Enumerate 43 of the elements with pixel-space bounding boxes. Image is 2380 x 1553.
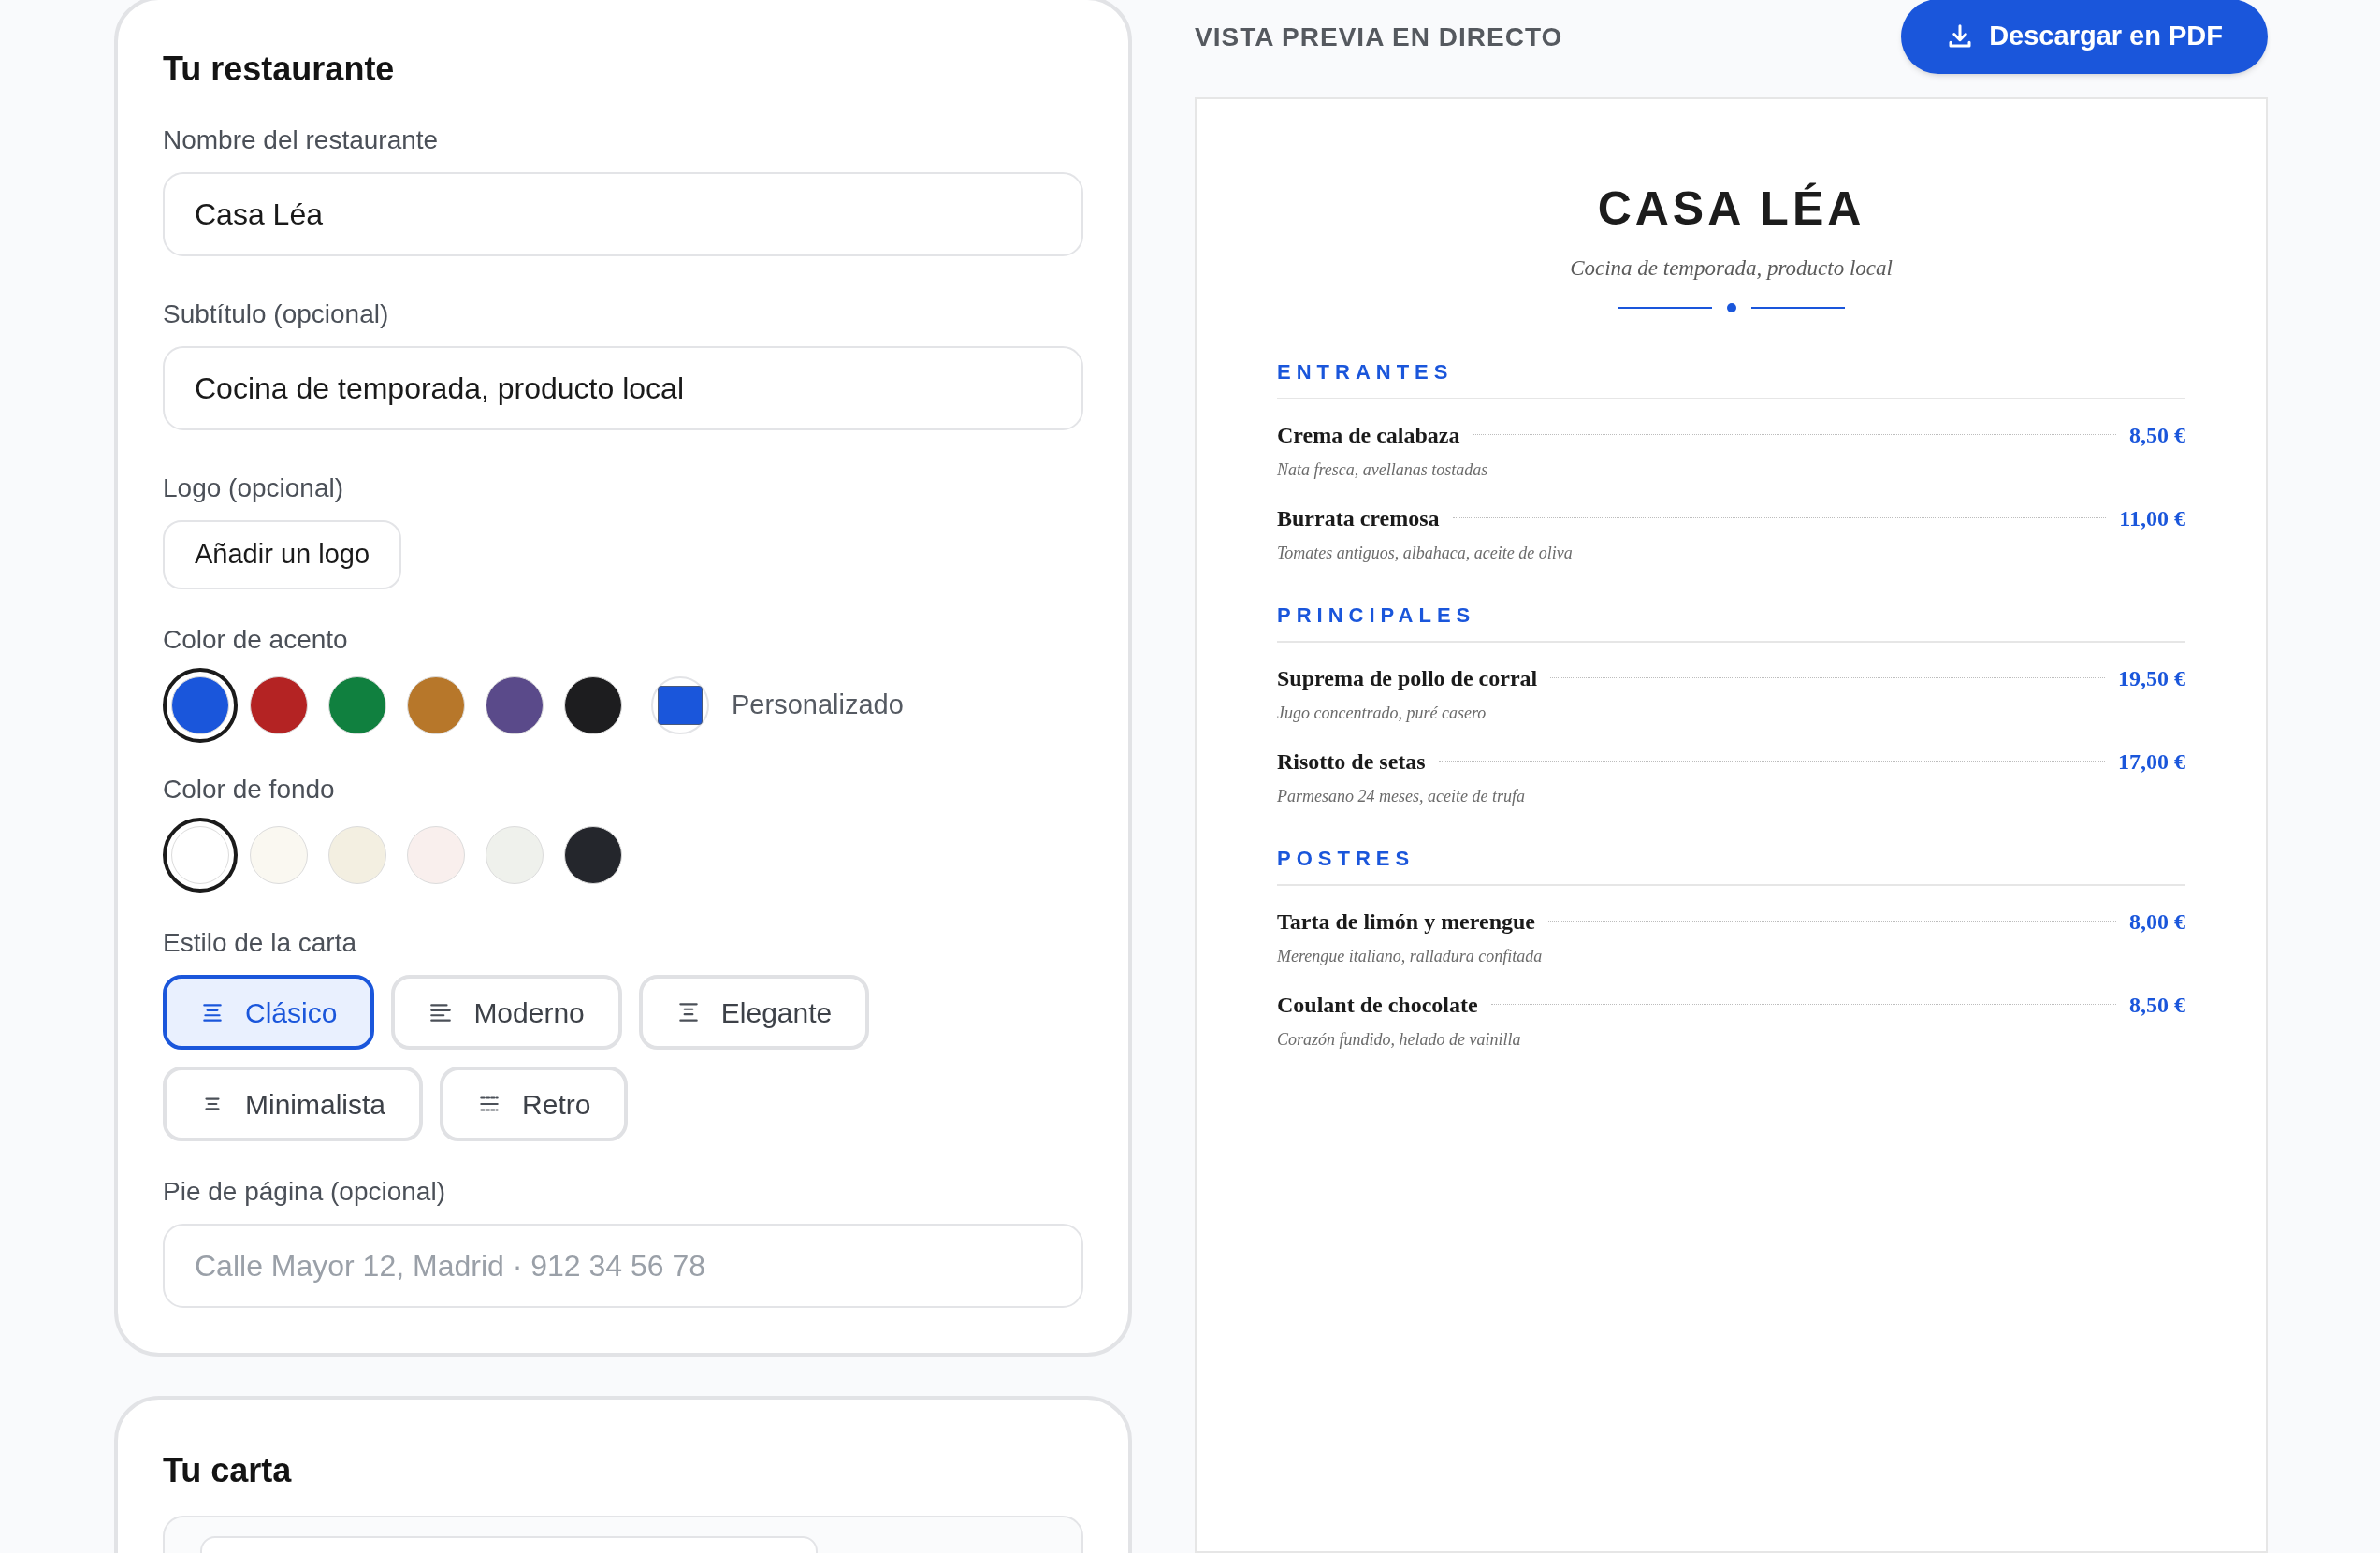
text-field[interactable]: Calle Mayor 12, Madrid · 912 34 56 78 <box>163 1224 1083 1308</box>
dish-description: Parmesano 24 meses, aceite de trufa <box>1277 785 1526 807</box>
dish-name: Risotto de setas <box>1277 747 1426 776</box>
dish-price: 11,00 € <box>2119 504 2185 532</box>
menu-subtitle: Cocina de temporada, producto local <box>1569 255 1894 282</box>
custom-color-label: Personalizado <box>732 689 904 722</box>
dish-name: Crema de calabaza <box>1277 421 1460 449</box>
dish-description: Merengue italiano, ralladura confitada <box>1277 945 1544 967</box>
dish-description: Tomates antiguos, albahaca, aceite de oliva <box>1277 542 1574 564</box>
field-label: Color de acento <box>163 627 349 653</box>
field-label: Logo (opcional) <box>163 475 345 501</box>
dish-name: Burrata cremosa <box>1277 504 1440 532</box>
download-pdf-button[interactable]: Descargar en PDF <box>1901 0 2268 74</box>
field-label: Nombre del restaurante <box>163 127 440 153</box>
menu-section-title: ENTRANTES <box>1277 361 2185 399</box>
text-field[interactable]: Cocina de temporada, producto local <box>163 346 1083 430</box>
style-option[interactable]: Moderno <box>391 975 622 1050</box>
dish-price: 8,50 € <box>2129 421 2185 449</box>
dish-name: Tarta de limón y merengue <box>1277 907 1535 936</box>
dish-description: Corazón fundido, helado de vainilla <box>1277 1028 1522 1051</box>
card-title: Tu carta <box>163 1454 293 1488</box>
menu-section-title: POSTRES <box>1277 848 2185 886</box>
field-label: Estilo de la carta <box>163 930 357 956</box>
dish-name: Coulant de chocolate <box>1277 991 1478 1019</box>
dish-price: 17,00 € <box>2118 747 2185 776</box>
dish-description: Nata fresca, avellanas tostadas <box>1277 458 1489 481</box>
dish-price: 8,50 € <box>2129 991 2185 1019</box>
dish-price: 19,50 € <box>2118 664 2185 692</box>
field-label: Pie de página (opcional) <box>163 1179 446 1205</box>
preview-heading: VISTA PREVIA EN DIRECTO <box>1195 22 1563 53</box>
field-label: Color de fondo <box>163 776 336 803</box>
dish-price: 8,00 € <box>2129 907 2185 936</box>
style-option[interactable]: Minimalista <box>163 1067 424 1141</box>
text-field[interactable]: Casa Léa <box>163 172 1083 256</box>
add-logo-button[interactable]: Añadir un logo <box>163 520 402 589</box>
dish-description: Jugo concentrado, puré casero <box>1277 702 1488 724</box>
style-option[interactable]: Elegante <box>638 975 870 1050</box>
dish-name: Suprema de pollo de corral <box>1277 664 1538 692</box>
menu-section-title: PRINCIPALES <box>1277 604 2185 643</box>
style-option[interactable]: Clásico <box>163 975 375 1050</box>
field-label: Subtítulo (opcional) <box>163 301 390 327</box>
card-title: Tu restaurante <box>163 52 396 86</box>
style-option[interactable]: Retro <box>440 1067 629 1141</box>
